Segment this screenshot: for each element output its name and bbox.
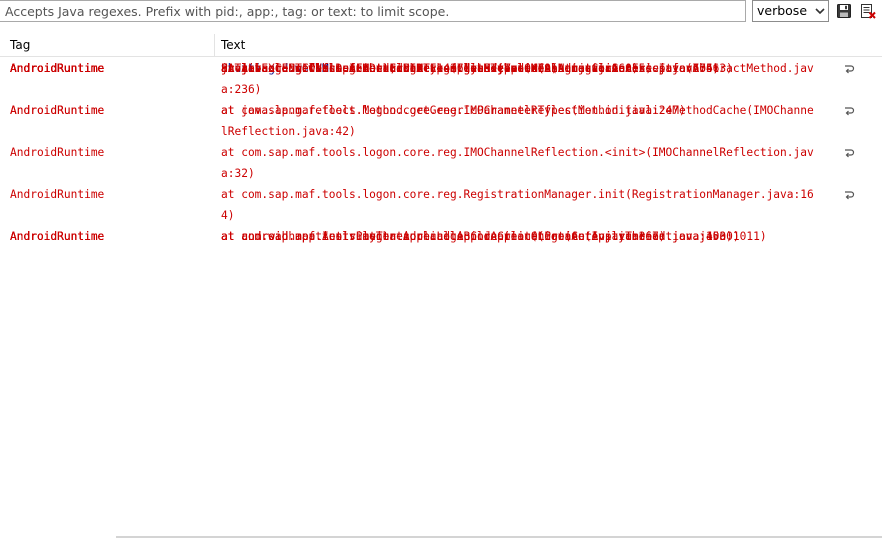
log-message: at com.sap.maf.tools.logon.core.reg.Regi… [221,184,841,226]
log-message-line: at android.app.ActivityThread.handleBind… [221,230,740,243]
line-wrap-icon [845,149,855,158]
log-table-body: AndroidRuntime Shutting down VM AndroidRun… [0,58,882,243]
log-level-select[interactable]: verbose [752,0,829,22]
log-message: at com.sap.maf.tools.logon.core.reg.IMOC… [221,142,841,184]
line-wrap-icon [845,65,855,74]
save-icon[interactable] [836,3,852,19]
log-level-value: verbose [757,3,808,18]
log-message-line: a:236) [221,83,262,96]
log-message-line: at com.sap.maf.tools.logon.core.reg.IMOC… [221,104,814,117]
log-message-line: lReflection.java:42) [221,125,356,138]
log-row[interactable]: AndroidRuntime at com.sap.maf.tools.logon… [0,142,882,184]
log-message: at com.sap.maf.tools.logon.core.reg.IMOC… [221,100,841,142]
log-message: at android.app.ActivityThread.handleBind… [221,226,841,247]
log-tag: AndroidRuntime [10,188,105,201]
column-header-text[interactable]: Text [221,34,245,56]
line-wrap-icon [845,107,855,116]
chevron-down-icon [815,8,825,15]
logcat-toolbar: verbose [0,0,882,24]
log-row[interactable]: AndroidRuntime at java.lang.reflect.Abstr… [0,58,882,100]
log-message-line: a:32) [221,167,255,180]
log-message-line: 4) [221,209,235,222]
log-tag: AndroidRuntime [10,146,105,159]
log-message-line: at com.sap.maf.tools.logon.core.reg.Regi… [221,188,814,201]
log-table-header: Tag Text [0,34,882,57]
column-header-tag[interactable]: Tag [10,34,30,56]
line-wrap-icon [845,191,855,200]
log-message-line: at java.lang.reflect.AbstractMethod.getM… [221,62,814,75]
log-row[interactable]: AndroidRuntime at com.sap.maf.tools.logon… [0,100,882,142]
log-tag: AndroidRuntime [10,230,105,243]
column-divider[interactable] [214,34,215,56]
filter-search-input[interactable] [0,0,746,22]
log-row[interactable]: AndroidRuntime at com.sap.maf.tools.logon… [0,184,882,226]
clear-log-icon[interactable] [860,3,876,19]
log-message: at java.lang.reflect.AbstractMethod.getM… [221,58,841,100]
log-tag: AndroidRuntime [10,62,105,75]
log-message-line: at com.sap.maf.tools.logon.core.reg.IMOC… [221,146,814,159]
log-tag: AndroidRuntime [10,104,105,117]
